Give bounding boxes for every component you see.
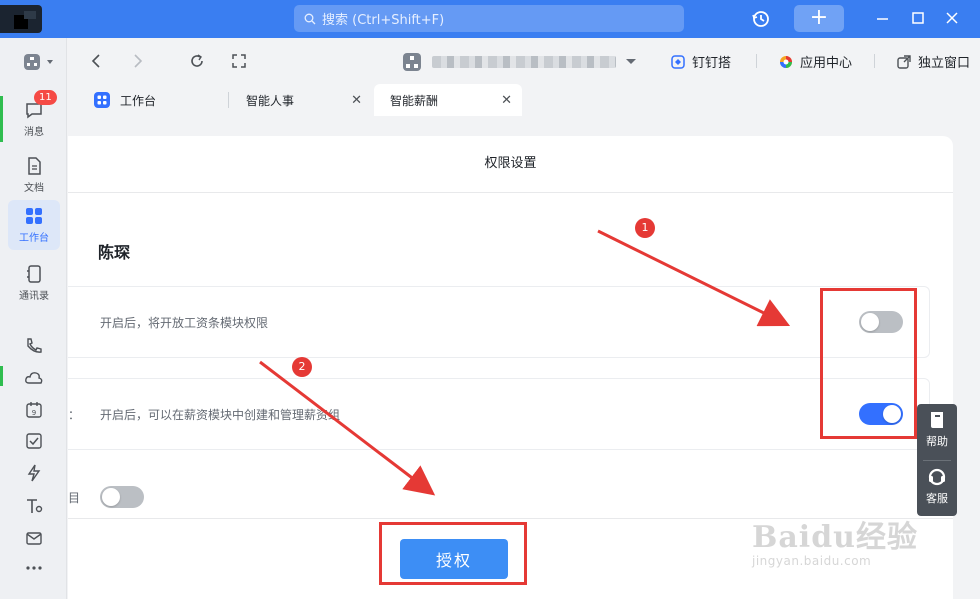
- arrow-to-toggles: [597, 229, 791, 327]
- annotation-arrows: [259, 229, 791, 496]
- arrow-to-authorize: [259, 360, 436, 496]
- watermark: Baidu经验 jingyan.baidu.com: [752, 520, 918, 568]
